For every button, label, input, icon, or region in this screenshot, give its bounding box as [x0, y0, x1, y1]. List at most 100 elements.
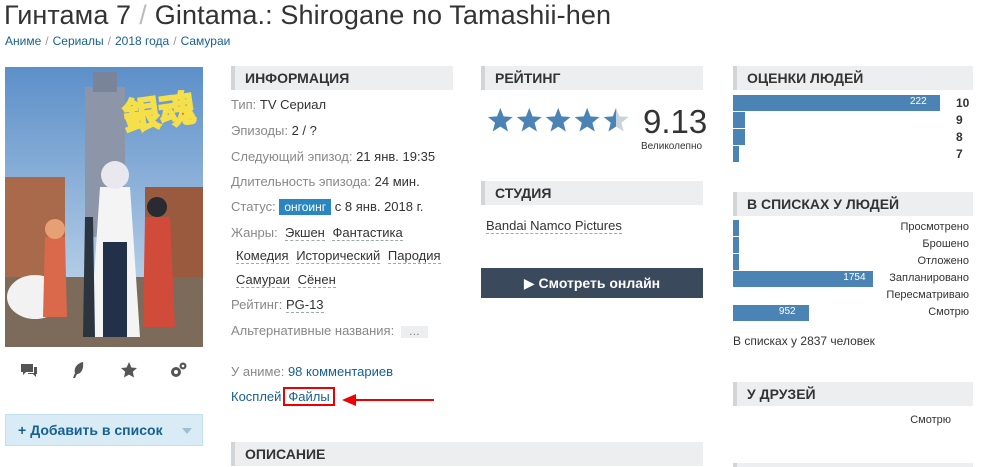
bar-fill	[733, 146, 740, 162]
studio-heading: СТУДИЯ	[481, 181, 703, 205]
info-episodes: Эпизоды: 2 / ?	[231, 123, 317, 138]
next-section-edge	[733, 463, 973, 467]
info-genres-line-3: Самураи Сёнен	[236, 272, 340, 288]
alt-names-expand[interactable]: …	[400, 326, 428, 338]
score-bar-row: 9	[733, 112, 969, 128]
score-bar-row: 7	[733, 146, 969, 162]
status-badge[interactable]: онгоинг	[279, 199, 332, 215]
bar-fill	[733, 305, 809, 321]
list-bar-row: 1754 Запланировано	[733, 271, 969, 287]
info-status: Статус: онгоинг с 8 янв. 2018 г.	[231, 199, 424, 215]
bar-label: Просмотрено	[900, 221, 969, 233]
rating-star	[487, 107, 513, 132]
title-en: Gintama.: Shirogane no Tamashii-hen	[154, 0, 612, 30]
genre-tag[interactable]: Исторический	[296, 248, 381, 264]
list-bar-row: 952 Смотрю	[733, 305, 969, 321]
title-ru: Гинтама 7	[4, 0, 132, 30]
info-alt-names: Альтернативные названия: …	[231, 323, 428, 338]
list-bar-row: Пересматриваю	[733, 288, 969, 304]
list-bar-row: Просмотрено	[733, 220, 969, 236]
rating-block: 9.13 Великолепно	[481, 103, 707, 153]
bar-label: Брошено	[922, 238, 969, 250]
watch-online-button[interactable]: ▶ Смотреть онлайн	[481, 268, 703, 298]
genre-tag[interactable]: Сёнен	[297, 272, 336, 288]
bar-fill	[733, 220, 739, 236]
quill-icon[interactable]	[69, 360, 89, 380]
genre-tag[interactable]: Фантастика	[332, 225, 403, 241]
poster-image[interactable]: 銀魂	[5, 67, 203, 347]
comments-line: У аниме: 98 комментариев	[231, 364, 394, 379]
breadcrumb-series[interactable]: Сериалы	[53, 34, 104, 48]
info-next-episode: Следующий эпизод: 21 янв. 19:35	[231, 149, 436, 164]
gears-icon[interactable]	[169, 360, 189, 380]
bar-label: Пересматриваю	[886, 289, 969, 301]
bar-count: 222	[910, 96, 927, 107]
files-link[interactable]: Файлы	[288, 389, 329, 404]
bar-label: 8	[956, 130, 963, 144]
people-scores-heading: ОЦЕНКИ ЛЮДЕЙ	[733, 66, 973, 90]
bar-label: Запланировано	[889, 272, 969, 284]
rating-heading: РЕЙТИНГ	[481, 66, 703, 90]
breadcrumb-samurai[interactable]: Самураи	[181, 34, 231, 48]
star-icon[interactable]	[119, 360, 139, 380]
comments-link[interactable]: 98 комментариев	[288, 364, 393, 379]
friends-status: Смотрю	[910, 414, 951, 426]
studio-link[interactable]: Bandai Namco Pictures	[486, 218, 622, 234]
info-genres: Жанры: Экшен Фантастика	[231, 225, 403, 241]
poster-actions	[5, 360, 203, 380]
rating-star	[603, 107, 629, 132]
comments-icon[interactable]	[19, 360, 39, 380]
rating-star	[574, 107, 600, 132]
info-type: Тип: TV Сериал	[231, 97, 327, 112]
genre-tag[interactable]: Комедия	[236, 248, 289, 264]
breadcrumb: Аниме / Сериалы/2018 года / Самураи	[5, 34, 230, 48]
genre-tag[interactable]: Самураи	[236, 272, 290, 288]
title-separator: /	[139, 0, 147, 30]
friends-row: Смотрю	[733, 413, 969, 429]
bar-fill	[733, 129, 746, 145]
rating-score: 9.13	[643, 103, 708, 140]
add-to-list-label: Добавить в список	[30, 422, 163, 438]
genre-tag[interactable]: Пародия	[387, 248, 441, 264]
genre-tag[interactable]: Экшен	[284, 225, 325, 241]
watch-online-label: Смотреть онлайн	[538, 275, 661, 291]
files-highlight: Файлы	[283, 387, 335, 406]
breadcrumb-separator: /	[173, 34, 177, 48]
bar-label: 7	[956, 147, 963, 161]
page-title: Гинтама 7/Gintama.: Shirogane no Tamashi…	[4, 0, 611, 31]
bar-fill	[733, 112, 746, 128]
chevron-down-icon[interactable]	[182, 428, 192, 434]
breadcrumb-separator: /	[45, 34, 49, 48]
red-arrow-annotation	[342, 394, 434, 406]
score-bar-row: 8	[733, 129, 969, 145]
people-lists-heading: В СПИСКАХ У ЛЮДЕЙ	[733, 192, 973, 216]
breadcrumb-anime[interactable]: Аниме	[5, 34, 41, 48]
bar-label: 9	[956, 113, 963, 127]
age-rating-link[interactable]: PG-13	[285, 297, 324, 313]
extra-links: Косплей Файлы	[231, 387, 335, 406]
bar-label: Отложено	[917, 255, 969, 267]
rating-star	[516, 107, 542, 132]
info-rating: Рейтинг: PG-13	[231, 297, 324, 313]
list-bar-row: Отложено	[733, 254, 969, 270]
bar-label: 10	[956, 96, 970, 110]
add-to-list-button[interactable]: + Добавить в список	[5, 414, 203, 446]
list-bar-row: Брошено	[733, 237, 969, 253]
rating-word: Великолепно	[641, 141, 703, 152]
info-duration: Длительность эпизода: 24 мин.	[231, 174, 420, 189]
bar-count: 1754	[843, 272, 866, 283]
score-bar-row: 222 10	[733, 95, 969, 111]
bar-fill	[733, 237, 739, 253]
rating-stars	[487, 107, 629, 132]
breadcrumb-year[interactable]: 2018 года	[115, 34, 169, 48]
friends-heading: У ДРУЗЕЙ	[733, 382, 973, 406]
info-heading: ИНФОРМАЦИЯ	[231, 66, 453, 90]
bar-label: Смотрю	[928, 306, 969, 318]
description-heading: ОПИСАНИЕ	[231, 442, 703, 466]
bar-fill	[733, 95, 940, 111]
bar-count: 952	[778, 306, 796, 317]
lists-total: В списках у 2837 человек	[733, 334, 875, 348]
plus-icon: +	[18, 422, 27, 438]
info-genres-line-2: Комедия Исторический Пародия	[236, 248, 445, 264]
cosplay-link[interactable]: Косплей	[231, 389, 281, 404]
